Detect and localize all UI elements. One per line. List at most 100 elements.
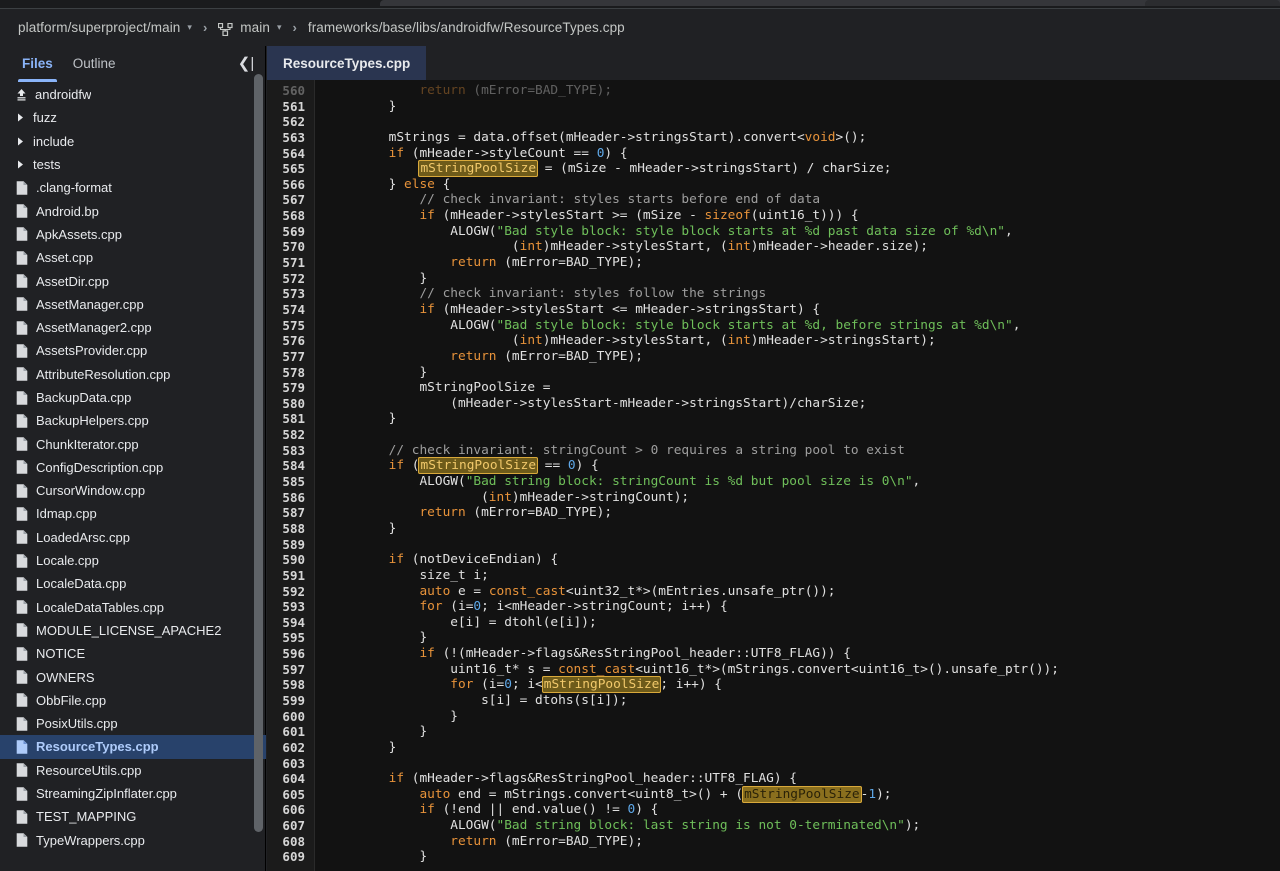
chevron-right-icon[interactable] <box>12 113 28 122</box>
code-line[interactable]: } <box>327 709 1280 725</box>
code-line[interactable]: ALOGW("Bad style block: style block star… <box>327 318 1280 334</box>
file-list-item[interactable]: ChunkIterator.cpp <box>0 432 266 455</box>
code-line[interactable]: return (mError=BAD_TYPE); <box>327 834 1280 850</box>
code-line[interactable] <box>327 756 1280 772</box>
breadcrumb-path[interactable]: frameworks/base/libs/androidfw/ResourceT… <box>308 20 625 35</box>
code-line[interactable]: (mHeader->stylesStart-mHeader->stringsSt… <box>327 396 1280 412</box>
code-line[interactable]: return (mError=BAD_TYPE); <box>327 255 1280 271</box>
code-line[interactable]: (int)mHeader->stylesStart, (int)mHeader-… <box>327 239 1280 255</box>
file-list-item-selected[interactable]: ResourceTypes.cpp <box>0 735 266 759</box>
code-line[interactable]: } <box>327 630 1280 646</box>
file-list-item[interactable]: BackupData.cpp <box>0 386 266 409</box>
file-list-item[interactable]: Android.bp <box>0 199 266 222</box>
sidebar-scrollbar-thumb[interactable] <box>254 74 263 832</box>
code-line[interactable]: // check invariant: stringCount > 0 requ… <box>327 443 1280 459</box>
line-number: 585 <box>282 474 305 490</box>
code-line[interactable]: s[i] = dtohs(s[i]); <box>327 693 1280 709</box>
file-list-item[interactable]: LocaleData.cpp <box>0 572 266 595</box>
code-line[interactable]: for (i=0; i<mHeader->stringCount; i++) { <box>327 599 1280 615</box>
code-line[interactable]: mStrings = data.offset(mHeader->stringsS… <box>327 130 1280 146</box>
sidebar-scrollbar[interactable] <box>254 74 263 834</box>
code-content[interactable]: return (mError=BAD_TYPE); } mStrings = d… <box>315 80 1280 871</box>
file-list-item[interactable]: fuzz <box>0 106 266 129</box>
file-list-item[interactable]: MODULE_LICENSE_APACHE2 <box>0 619 266 642</box>
code-line[interactable]: } <box>327 849 1280 865</box>
code-line[interactable]: ALOGW("Bad style block: style block star… <box>327 224 1280 240</box>
code-line[interactable]: } <box>327 740 1280 756</box>
file-list-item[interactable]: ResourceUtils.cpp <box>0 759 266 782</box>
file-list-item[interactable]: TypeWrappers.cpp <box>0 829 266 852</box>
file-list-item[interactable]: AttributeResolution.cpp <box>0 363 266 386</box>
code-line[interactable]: if (notDeviceEndian) { <box>327 552 1280 568</box>
breadcrumb-branch[interactable]: main ▾ <box>218 20 282 37</box>
code-line[interactable]: if (!end || end.value() != 0) { <box>327 802 1280 818</box>
code-line[interactable]: for (i=0; i<mStringPoolSize; i++) { <box>327 676 1280 694</box>
file-list-item[interactable]: LocaleDataTables.cpp <box>0 596 266 619</box>
editor-tab-resourcetypes[interactable]: ResourceTypes.cpp <box>267 46 427 80</box>
code-line[interactable]: // check invariant: styles starts before… <box>327 192 1280 208</box>
file-list-item[interactable]: Idmap.cpp <box>0 502 266 525</box>
chevron-right-icon[interactable] <box>12 137 28 146</box>
file-list-item[interactable]: include <box>0 130 266 153</box>
code-line[interactable]: uint16_t* s = const_cast<uint16_t*>(mStr… <box>327 662 1280 678</box>
code-line[interactable]: mStringPoolSize = <box>327 380 1280 396</box>
file-list-item[interactable]: NOTICE <box>0 642 266 665</box>
code-line[interactable]: if (mHeader->stylesStart >= (mSize - siz… <box>327 208 1280 224</box>
code-line[interactable]: if (mHeader->flags&ResStringPool_header:… <box>327 771 1280 787</box>
code-line[interactable] <box>327 114 1280 130</box>
breadcrumb-project[interactable]: platform/superproject/main ▾ <box>18 20 192 35</box>
file-list-item[interactable]: StreamingZipInflater.cpp <box>0 782 266 805</box>
file-list-item[interactable]: AssetDir.cpp <box>0 269 266 292</box>
file-list-item[interactable]: Locale.cpp <box>0 549 266 572</box>
file-list-item[interactable]: CursorWindow.cpp <box>0 479 266 502</box>
code-line[interactable]: // check invariant: styles follow the st… <box>327 286 1280 302</box>
code-line[interactable]: (int)mHeader->stylesStart, (int)mHeader-… <box>327 333 1280 349</box>
code-line[interactable]: return (mError=BAD_TYPE); <box>327 83 1280 99</box>
code-line[interactable]: (int)mHeader->stringCount); <box>327 490 1280 506</box>
file-list-item[interactable]: androidfw <box>0 83 266 106</box>
code-line[interactable]: mStringPoolSize = (mSize - mHeader->stri… <box>327 160 1280 178</box>
collapse-panel-icon[interactable]: ❮| <box>235 53 257 75</box>
file-list-item[interactable]: PosixUtils.cpp <box>0 712 266 735</box>
code-line[interactable]: } <box>327 521 1280 537</box>
code-line[interactable]: e[i] = dtohl(e[i]); <box>327 615 1280 631</box>
code-line[interactable]: if (mHeader->stylesStart <= mHeader->str… <box>327 302 1280 318</box>
code-line[interactable]: } <box>327 411 1280 427</box>
file-list[interactable]: androidfw fuzz include tests .clang-format An… <box>0 83 266 871</box>
code-line[interactable]: if (mHeader->styleCount == 0) { <box>327 146 1280 162</box>
code-line[interactable]: ALOGW("Bad string block: stringCount is … <box>327 474 1280 490</box>
file-list-item[interactable]: AssetsProvider.cpp <box>0 339 266 362</box>
file-list-item[interactable]: Asset.cpp <box>0 246 266 269</box>
code-line[interactable]: auto e = const_cast<uint32_t*>(mEntries.… <box>327 584 1280 600</box>
code-line[interactable]: ALOGW("Bad string block: last string is … <box>327 818 1280 834</box>
file-list-item[interactable]: ConfigDescription.cpp <box>0 456 266 479</box>
file-list-item[interactable]: LoadedArsc.cpp <box>0 526 266 549</box>
file-list-item-label: ObbFile.cpp <box>36 692 107 708</box>
file-list-item[interactable]: ApkAssets.cpp <box>0 223 266 246</box>
tab-files[interactable]: Files <box>12 46 63 82</box>
file-list-item[interactable]: BackupHelpers.cpp <box>0 409 266 432</box>
code-line[interactable]: return (mError=BAD_TYPE); <box>327 349 1280 365</box>
code-line[interactable]: } <box>327 271 1280 287</box>
code-viewport[interactable]: 560 561 562 563 564 565 566 567 568 569 570 571 572 5… <box>267 80 1280 871</box>
code-line[interactable]: return (mError=BAD_TYPE); <box>327 505 1280 521</box>
code-line[interactable] <box>327 537 1280 553</box>
file-list-item[interactable]: tests <box>0 153 266 176</box>
file-list-item[interactable]: ObbFile.cpp <box>0 689 266 712</box>
code-line[interactable]: if (mStringPoolSize == 0) { <box>327 457 1280 475</box>
file-list-item[interactable]: OWNERS <box>0 665 266 688</box>
code-line[interactable]: } <box>327 724 1280 740</box>
code-line[interactable]: if (!(mHeader->flags&ResStringPool_heade… <box>327 646 1280 662</box>
chevron-right-icon[interactable] <box>12 160 28 169</box>
file-list-item[interactable]: TEST_MAPPING <box>0 805 266 828</box>
file-list-item[interactable]: .clang-format <box>0 176 266 199</box>
code-line[interactable]: } <box>327 365 1280 381</box>
code-line[interactable]: auto end = mStrings.convert<uint8_t>() +… <box>327 785 1280 803</box>
code-line[interactable]: size_t i; <box>327 568 1280 584</box>
code-line[interactable] <box>327 427 1280 443</box>
file-list-item[interactable]: AssetManager2.cpp <box>0 316 266 339</box>
code-line[interactable]: } else { <box>327 177 1280 193</box>
code-line[interactable]: } <box>327 99 1280 115</box>
tab-outline[interactable]: Outline <box>63 46 126 82</box>
file-list-item[interactable]: AssetManager.cpp <box>0 293 266 316</box>
